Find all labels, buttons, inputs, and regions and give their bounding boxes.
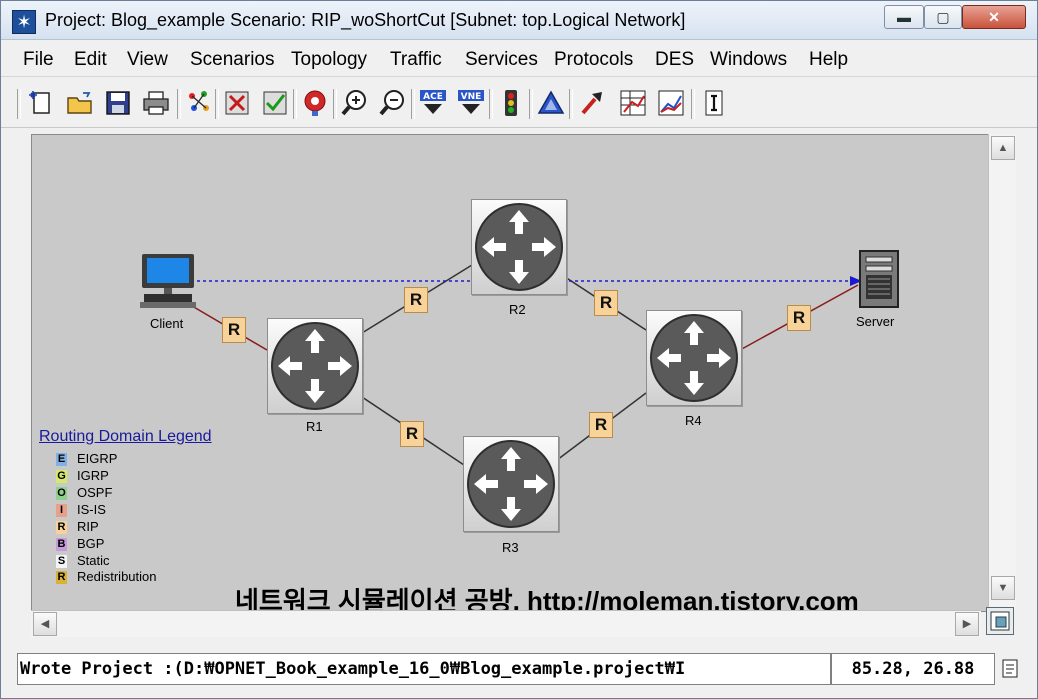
toolbar-separator — [215, 89, 219, 119]
router-r1[interactable] — [267, 318, 363, 414]
traffic-light-icon[interactable] — [496, 88, 526, 118]
toolbar: ACE VNE — [1, 79, 1037, 128]
router-icon — [475, 203, 563, 291]
router-icon — [271, 322, 359, 410]
r4-label: R4 — [685, 413, 702, 428]
toolbar-separator — [333, 89, 337, 119]
new-icon[interactable] — [27, 88, 57, 118]
menu-view[interactable]: View — [127, 49, 168, 71]
rip-badge[interactable]: R — [787, 305, 811, 331]
toolbar-separator — [489, 89, 493, 119]
fail-node-icon[interactable] — [300, 88, 330, 118]
color-icon[interactable] — [184, 88, 214, 118]
vne-import-icon[interactable]: VNE — [456, 88, 486, 118]
legend-row-bgp: B BGP — [56, 536, 105, 552]
r2-label: R2 — [509, 302, 526, 317]
menu-help[interactable]: Help — [809, 49, 848, 71]
routing-domain-legend-title[interactable]: Routing Domain Legend — [39, 428, 212, 446]
menu-services[interactable]: Services — [465, 49, 538, 71]
results-icon[interactable] — [618, 88, 648, 118]
r1-label: R1 — [306, 419, 323, 434]
configure-run-icon[interactable] — [578, 88, 608, 118]
legend-row-ospf: O OSPF — [56, 485, 113, 501]
toolbar-separator — [411, 89, 415, 119]
window-title: Project: Blog_example Scenario: RIP_woSh… — [45, 10, 686, 30]
rip-badge[interactable]: R — [404, 287, 428, 313]
triangle-icon[interactable] — [536, 88, 566, 118]
toolbar-separator — [177, 89, 181, 119]
server-icon[interactable] — [857, 249, 901, 311]
router-r2[interactable] — [471, 199, 567, 295]
legend-row-eigrp: E EIGRP — [56, 451, 118, 467]
rip-badge[interactable]: R — [222, 317, 246, 343]
menu-des[interactable]: DES — [655, 49, 694, 71]
toolbar-separator — [293, 89, 297, 119]
menu-bar: File Edit View Scenarios Topology Traffi… — [1, 43, 1037, 77]
scroll-up-icon[interactable]: ▲ — [991, 136, 1015, 160]
server-label: Server — [856, 314, 895, 329]
rip-badge[interactable]: R — [589, 412, 613, 438]
application-window: ✶ Project: Blog_example Scenario: RIP_wo… — [0, 0, 1038, 699]
info-icon[interactable] — [698, 88, 728, 118]
legend-row-static: S Static — [56, 553, 110, 569]
toolbar-separator — [17, 89, 21, 119]
toolbar-separator — [691, 89, 695, 119]
svg-text:VNE: VNE — [461, 92, 482, 102]
router-icon — [650, 314, 738, 402]
router-r4[interactable] — [646, 310, 742, 406]
client-workstation-icon[interactable] — [138, 252, 202, 310]
router-r3[interactable] — [463, 436, 559, 532]
toolbar-separator — [529, 89, 533, 119]
menu-protocols[interactable]: Protocols — [554, 49, 633, 71]
menu-edit[interactable]: Edit — [74, 49, 107, 71]
open-icon[interactable] — [65, 88, 95, 118]
legend-row-redistribution: R Redistribution — [56, 569, 157, 585]
menu-file[interactable]: File — [23, 49, 54, 71]
scroll-left-icon[interactable]: ◀ — [33, 612, 57, 636]
scroll-right-icon[interactable]: ▶ — [955, 612, 979, 636]
opnet-app-icon[interactable]: ✶ — [12, 10, 36, 34]
zoom-in-icon[interactable] — [340, 88, 370, 118]
client-label: Client — [150, 316, 184, 331]
status-message: Wrote Project :(D:₩OPNET_Book_example_16… — [17, 653, 831, 685]
title-bar[interactable]: ✶ Project: Blog_example Scenario: RIP_wo… — [1, 1, 1037, 40]
ace-import-icon[interactable]: ACE — [418, 88, 448, 118]
print-icon[interactable] — [141, 88, 171, 118]
network-canvas[interactable]: Client Server R1 R2 R3 R4 R R R R R R — [31, 134, 989, 612]
legend-row-igrp: G IGRP — [56, 468, 109, 484]
verify-icon[interactable] — [260, 88, 290, 118]
r3-label: R3 — [502, 540, 519, 555]
cursor-coordinates: 85.28, 26.88 — [831, 653, 995, 685]
legend-row-rip: R RIP — [56, 519, 99, 535]
router-icon — [467, 440, 555, 528]
menu-windows[interactable]: Windows — [710, 49, 787, 71]
svg-text:ACE: ACE — [423, 92, 443, 102]
menu-topology[interactable]: Topology — [291, 49, 367, 71]
horizontal-scrollbar[interactable]: ◀ ▶ — [31, 610, 981, 637]
close-button[interactable]: ✕ — [962, 5, 1026, 29]
scroll-down-icon[interactable]: ▼ — [991, 576, 1015, 600]
rip-badge[interactable]: R — [594, 290, 618, 316]
overview-icon[interactable] — [986, 607, 1014, 635]
menu-scenarios[interactable]: Scenarios — [190, 49, 275, 71]
minimize-button[interactable]: ▬ — [884, 5, 924, 29]
toolbar-separator — [569, 89, 573, 119]
view-graph-icon[interactable] — [656, 88, 686, 118]
save-icon[interactable] — [103, 88, 133, 118]
rip-badge[interactable]: R — [400, 421, 424, 447]
status-bar: Wrote Project :(D:₩OPNET_Book_example_16… — [17, 653, 1029, 687]
restore-button[interactable]: ▢ — [924, 5, 962, 29]
check-links-icon[interactable] — [222, 88, 252, 118]
zoom-out-icon[interactable] — [378, 88, 408, 118]
menu-traffic[interactable]: Traffic — [390, 49, 442, 71]
legend-row-isis: I IS-IS — [56, 502, 106, 518]
vertical-scrollbar[interactable]: ▲ ▼ — [988, 134, 1016, 610]
message-log-icon[interactable] — [999, 657, 1021, 679]
